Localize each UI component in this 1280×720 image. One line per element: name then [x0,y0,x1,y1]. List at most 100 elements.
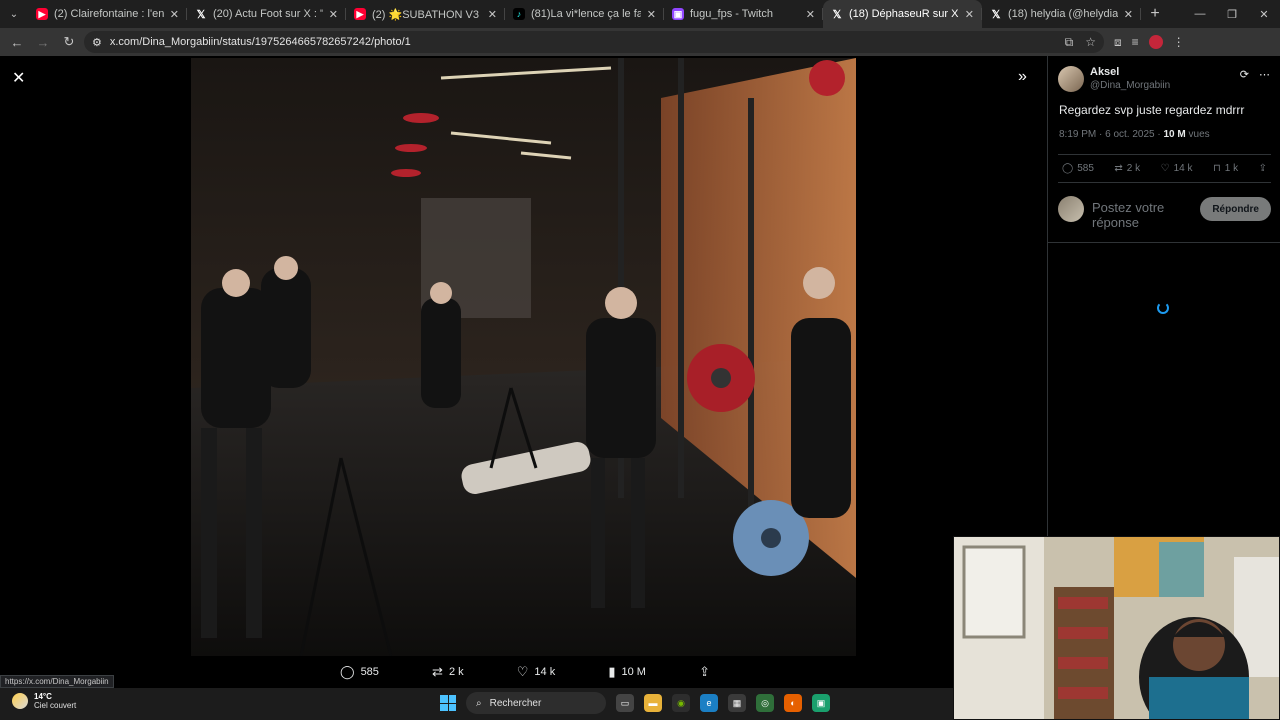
tab-2[interactable]: ▶ (2) 🌟SUBATHON V3 I JOUR 0 ✕ [346,0,505,28]
tab-1[interactable]: 𝕏 (20) Actu Foot sur X : "LA CON ✕ [187,0,346,28]
tab-close-icon[interactable]: ✕ [329,8,338,21]
taskbar-search[interactable]: ⌕ Rechercher [466,692,606,714]
extensions-icon[interactable]: ⧈ [1114,35,1122,50]
reply-icon: ◯ [340,664,355,679]
avatar [1058,196,1084,222]
site-info-icon[interactable]: ⚙ [92,36,102,49]
more-icon[interactable]: ⋯ [1259,68,1270,81]
close-icon[interactable]: ✕ [12,68,25,88]
forward-icon[interactable]: → [32,31,54,53]
divider [1048,242,1280,243]
tweet-author[interactable]: Aksel @Dina_Morgabiin [1058,66,1170,92]
store-icon[interactable]: ▦ [728,694,746,712]
tweet-views-label: vues [1185,129,1210,140]
tab-0[interactable]: ▶ (2) Clairefontaine : l'envers du d ✕ [28,0,187,28]
tab-close-icon[interactable]: ✕ [647,8,656,21]
share-icon: ⇪ [1258,163,1267,174]
webcam-image [954,537,1279,719]
tweet-meta: 8:19 PM · 6 oct. 2025 · 10 M vues [1059,129,1210,140]
bookmark-icon: ⊓ [1212,163,1221,174]
tab-close-icon[interactable]: ✕ [170,8,179,21]
tab-3[interactable]: ♪ (81)La vi*lence ça le fait rire ap ✕ [505,0,664,28]
author-handle[interactable]: @Dina_Morgabiin [1090,80,1170,91]
share-button[interactable]: ⇪ [699,664,710,680]
weather-desc: Ciel couvert [34,701,77,710]
like-button[interactable]: ♡ 14 k [1161,163,1193,174]
tab-title: (2) 🌟SUBATHON V3 I JOUR 0 [372,8,482,21]
tab-title: (2) Clairefontaine : l'envers du d [54,8,164,20]
avatar[interactable] [1058,66,1084,92]
reply-count: 585 [1077,163,1094,174]
bookmark-star-icon[interactable]: ☆ [1085,35,1096,50]
tweet-view-count: 10 M [1163,129,1186,140]
x-icon: 𝕏 [196,8,206,21]
reply-submit-button[interactable]: Répondre [1200,197,1271,221]
tab-close-icon[interactable]: ✕ [488,8,497,21]
browser-toolbar: ← → ↻ ⚙ x.com/Dina_Morgabiin/status/1975… [0,28,1280,56]
windows-taskbar: 14°C Ciel couvert ⌕ Rechercher ▭ ▬ ◉ e ▦… [0,688,953,720]
reply-input[interactable]: Postez votre réponse [1092,200,1192,230]
tab-title: fugu_fps - Twitch [690,8,773,20]
tweet-photo[interactable] [191,58,856,656]
edge-icon[interactable]: e [700,694,718,712]
x-icon: 𝕏 [832,8,842,21]
tab-title: (81)La vi*lence ça le fait rire ap [531,8,641,20]
back-icon[interactable]: ← [6,31,28,53]
youtube-icon: ▶ [36,8,48,20]
minimize-icon[interactable]: — [1184,0,1216,28]
share-button[interactable]: ⇪ [1259,163,1267,174]
tab-close-icon[interactable]: ✕ [965,8,974,21]
bookmark-button[interactable]: ⊓ 1 k [1213,163,1238,174]
url-text: x.com/Dina_Morgabiin/status/197526466578… [109,36,411,48]
reply-button[interactable]: ◯ 585 [340,664,379,680]
reply-button[interactable]: ◯ 585 [1062,163,1094,174]
tab-title: (20) Actu Foot sur X : "LA CON [213,8,323,20]
chrome-icon[interactable]: ◎ [756,694,774,712]
task-view-icon[interactable]: ▭ [616,694,634,712]
repost-button[interactable]: ⇄ 2 k [1114,163,1140,174]
tab-4[interactable]: ▣ fugu_fps - Twitch ✕ [664,0,823,28]
media-controls-icon[interactable]: ≡ [1132,35,1139,50]
app-icon[interactable]: ▣ [812,694,830,712]
expand-panel-icon[interactable]: » [1018,68,1027,86]
views-button[interactable]: ▮ 10 M [608,664,646,680]
profile-avatar-icon[interactable] [1148,34,1163,49]
youtube-icon: ▶ [354,8,366,20]
weather-icon [12,693,28,709]
tab-close-icon[interactable]: ✕ [1124,8,1133,21]
reload-icon[interactable]: ↻ [58,31,80,53]
like-button[interactable]: ♡ 14 k [517,664,555,680]
loading-spinner-icon [1157,302,1169,314]
bookmark-count: 1 k [1224,163,1239,174]
author-name[interactable]: Aksel [1090,66,1170,78]
tab-search-chevron-icon[interactable]: ⌄ [0,0,28,28]
gym-photo-image [191,58,856,656]
reply-composer: Postez votre réponse Répondre [1058,196,1271,230]
tab-close-icon[interactable]: ✕ [806,8,815,21]
repost-count: 2 k [448,666,464,678]
tweet-timestamp[interactable]: 8:19 PM · 6 oct. 2025 · [1059,129,1164,140]
grok-icon[interactable]: ⟳ [1240,68,1249,81]
tab-title: (18) helydia (@helydiaa) / X [1008,8,1118,20]
repost-button[interactable]: ⇄ 2 k [432,664,464,680]
tweet-text: Regardez svp juste regardez mdrrr [1059,103,1245,117]
new-tab-button[interactable]: + [1141,0,1169,28]
media-action-bar: ◯ 585 ⇄ 2 k ♡ 14 k ▮ 10 M ⇪ [340,664,710,680]
tab-6[interactable]: 𝕏 (18) helydia (@helydiaa) / X ✕ [982,0,1141,28]
windows-start-icon[interactable] [440,695,456,711]
share-icon: ⇪ [699,664,710,679]
address-bar[interactable]: ⚙ x.com/Dina_Morgabiin/status/1975264665… [84,31,1104,53]
firefox-icon[interactable]: ◐ [784,694,802,712]
nvidia-icon[interactable]: ◉ [672,694,690,712]
install-app-icon[interactable]: ⧉ [1065,35,1074,50]
weather-widget[interactable]: 14°C Ciel couvert [12,692,76,710]
more-menu-icon[interactable]: ⋮ [1173,35,1185,50]
heart-icon: ♡ [1160,163,1170,174]
close-window-icon[interactable]: ✕ [1248,0,1280,28]
tab-5[interactable]: 𝕏 (18) DéphaseuR sur X : "Merci ✕ [823,0,982,28]
toolbar-icons: ⧈ ≡ ⋮ [1114,34,1185,50]
view-count: 10 M [621,666,646,678]
tweet-stats: ◯ 585 ⇄ 2 k ♡ 14 k ⊓ 1 k ⇪ [1058,154,1271,183]
restore-icon[interactable]: ❐ [1216,0,1248,28]
file-explorer-icon[interactable]: ▬ [644,694,662,712]
